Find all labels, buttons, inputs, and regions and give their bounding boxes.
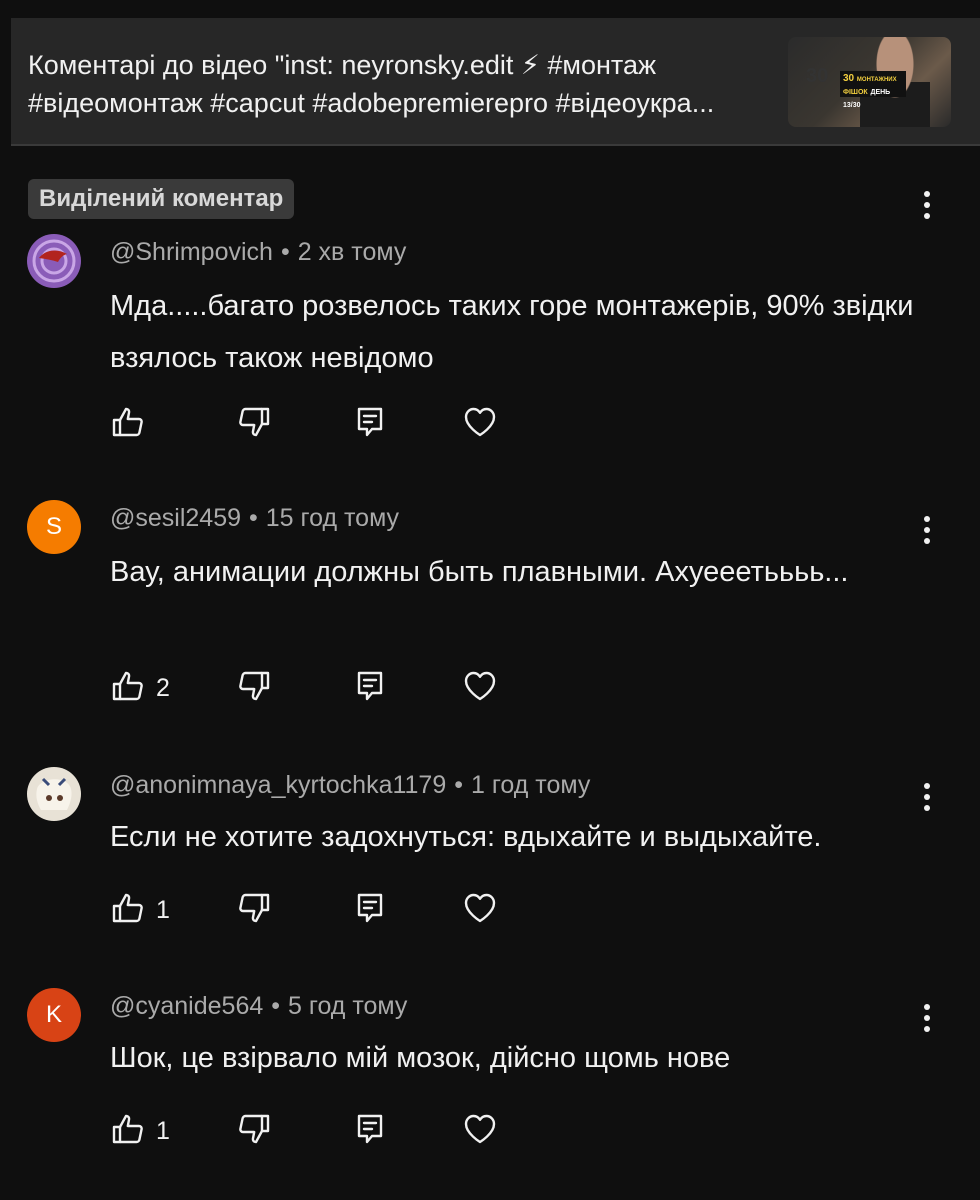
- thumbnail-badge-line2: ФІШОК: [843, 89, 868, 96]
- thumb-down-icon: [236, 1111, 272, 1152]
- comment-meta: @cyanide564 • 5 год тому: [110, 992, 407, 1021]
- thumbnail-badge-number: 30: [843, 73, 855, 84]
- heart-icon: [462, 890, 498, 931]
- comment-actions: [110, 404, 530, 444]
- dislike-button[interactable]: [236, 668, 272, 708]
- status-bar: [0, 0, 980, 18]
- avatar[interactable]: [27, 234, 81, 288]
- comment-time: 5 год тому: [288, 992, 408, 1020]
- thumbnail-badge: 30 МОНТАЖНИХ ФІШОК ДЕНЬ 13/30: [840, 71, 906, 109]
- comment-actions: 1: [110, 1111, 530, 1151]
- heart-icon: [462, 404, 498, 445]
- more-dot: [924, 202, 930, 208]
- like-button[interactable]: 2: [110, 668, 170, 708]
- like-button[interactable]: 1: [110, 890, 170, 930]
- video-header[interactable]: Коментарі до відео "inst: neyronsky.edit…: [11, 18, 980, 146]
- heart-button[interactable]: [462, 404, 498, 444]
- meta-separator-dot: •: [249, 504, 258, 532]
- video-thumbnail[interactable]: 30 30 МОНТАЖНИХ ФІШОК ДЕНЬ 13/30: [788, 37, 951, 127]
- reply-icon: [352, 890, 388, 931]
- comment-author[interactable]: @sesil2459: [110, 504, 241, 532]
- more-dot: [924, 538, 930, 544]
- avatar-letter: K: [45, 1001, 62, 1028]
- meta-separator-dot: •: [454, 771, 463, 799]
- reply-button[interactable]: [352, 890, 388, 930]
- reply-icon: [352, 404, 388, 445]
- video-title: Коментарі до відео "inst: neyronsky.edit…: [28, 50, 715, 118]
- more-dot: [924, 213, 930, 219]
- like-button[interactable]: 1: [110, 1111, 170, 1151]
- like-button[interactable]: [110, 404, 156, 444]
- heart-button[interactable]: [462, 890, 498, 930]
- avatar-letter: S: [45, 513, 62, 540]
- more-dot: [924, 1015, 930, 1021]
- dislike-button[interactable]: [236, 1111, 272, 1151]
- more-dot: [924, 794, 930, 800]
- comment-meta: @anonimnaya_kyrtochka1179 • 1 год тому: [110, 771, 590, 800]
- comment-text: Мда.....багато розвелось таких горе монт…: [110, 290, 914, 374]
- reply-button[interactable]: [352, 404, 388, 444]
- heart-button[interactable]: [462, 668, 498, 708]
- more-dot: [924, 1004, 930, 1010]
- comment-author[interactable]: @cyanide564: [110, 992, 263, 1020]
- reply-button[interactable]: [352, 1111, 388, 1151]
- more-vert-icon[interactable]: [912, 510, 942, 550]
- more-vert-icon[interactable]: [912, 185, 942, 225]
- heart-button[interactable]: [462, 1111, 498, 1151]
- avatar[interactable]: K: [27, 988, 81, 1042]
- reply-button[interactable]: [352, 668, 388, 708]
- thumb-up-icon: [110, 890, 146, 931]
- avatar[interactable]: [27, 767, 81, 821]
- more-vert-icon[interactable]: [912, 777, 942, 817]
- thumb-down-icon: [236, 890, 272, 931]
- meta-separator-dot: •: [271, 992, 281, 1020]
- comment-author[interactable]: @Shrimpovich: [110, 238, 273, 266]
- heart-icon: [462, 668, 498, 709]
- comment-text: Шок, це взірвало мій мозок, дійсно щомь …: [110, 1042, 731, 1074]
- thumb-up-icon: [110, 1111, 146, 1152]
- more-dot: [924, 783, 930, 789]
- heart-icon: [462, 1111, 498, 1152]
- more-dot: [924, 527, 930, 533]
- thumb-down-icon: [236, 404, 272, 445]
- comment-text: Вау, анимации должны быть плавными. Ахуе…: [110, 556, 849, 588]
- avatar[interactable]: S: [27, 500, 81, 554]
- thumbnail-bg-number: 30: [806, 65, 829, 87]
- comment-meta: @Shrimpovich • 2 хв тому: [110, 238, 406, 267]
- more-vert-icon[interactable]: [912, 998, 942, 1038]
- more-dot: [924, 805, 930, 811]
- comment-time: 15 год тому: [265, 504, 400, 532]
- dislike-button[interactable]: [236, 404, 272, 444]
- like-count: 2: [156, 673, 170, 702]
- comment-actions: 1: [110, 890, 530, 930]
- comment-meta: @sesil2459 • 15 год тому: [110, 504, 399, 533]
- dislike-button[interactable]: [236, 890, 272, 930]
- like-count: 1: [156, 1116, 170, 1145]
- reply-icon: [352, 668, 388, 709]
- highlighted-comment-label: Виділений коментар: [28, 179, 295, 219]
- more-dot: [924, 1026, 930, 1032]
- comment-time: 2 хв тому: [297, 238, 407, 266]
- thumb-up-icon: [110, 668, 146, 709]
- thumb-down-icon: [236, 668, 272, 709]
- meta-separator-dot: •: [280, 238, 290, 266]
- comment-text: Если не хотите задохнуться: вдыхайте и в…: [110, 821, 822, 853]
- like-count: 1: [156, 895, 170, 924]
- comment-author[interactable]: @anonimnaya_kyrtochka1179: [110, 771, 446, 799]
- thumbnail-badge-line1: МОНТАЖНИХ: [856, 77, 897, 83]
- reply-icon: [352, 1111, 388, 1152]
- more-dot: [924, 516, 930, 522]
- comment-actions: 2: [110, 668, 530, 708]
- more-dot: [924, 191, 930, 197]
- thumb-up-icon: [110, 404, 146, 445]
- comment-time: 1 год тому: [471, 771, 591, 799]
